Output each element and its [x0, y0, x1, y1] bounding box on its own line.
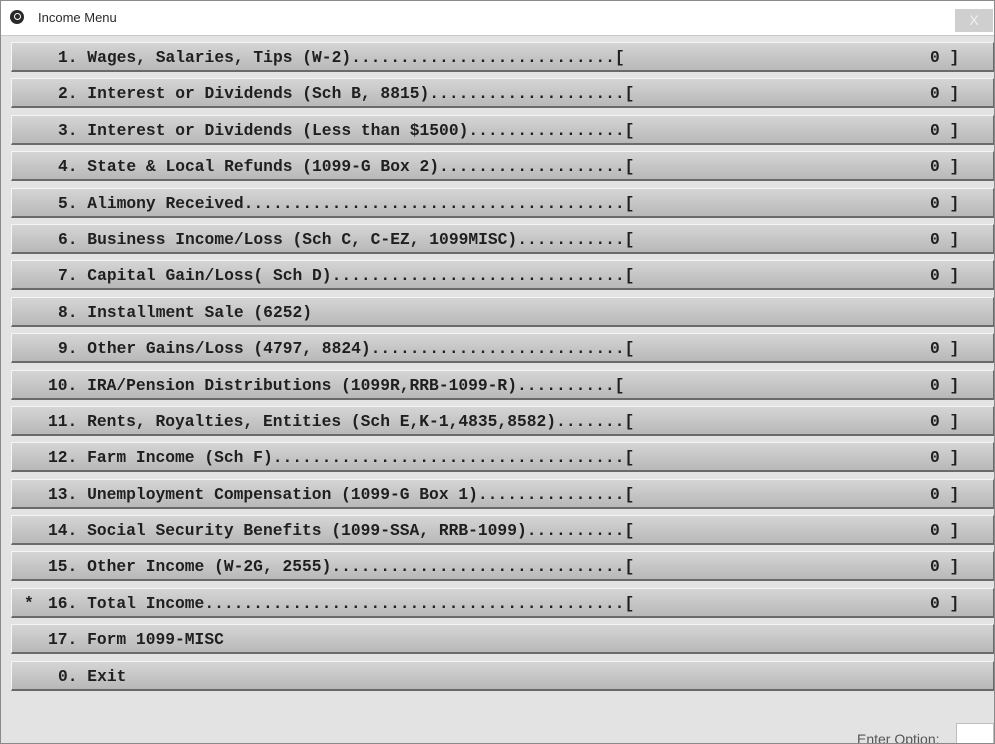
item-value: 0 ]: [930, 266, 960, 286]
item-label: 10. IRA/Pension Distributions (1099R,RRB…: [48, 375, 625, 395]
item-value: 0 ]: [930, 120, 960, 140]
menu-item-wages[interactable]: 1. Wages, Salaries, Tips (W-2)..........…: [11, 42, 994, 72]
item-value: 0 ]: [930, 411, 960, 431]
item-value: 0 ]: [930, 593, 960, 613]
item-label: 1. Wages, Salaries, Tips (W-2)..........…: [58, 48, 625, 67]
menu-item-other-gains[interactable]: 9. Other Gains/Loss (4797, 8824)........…: [11, 333, 994, 364]
item-value: 0 ]: [930, 448, 960, 468]
item-marker: *: [24, 593, 34, 613]
app-icon: [10, 10, 24, 24]
menu-item-state-local-refunds[interactable]: 4. State & Local Refunds (1099-G Box 2).…: [11, 151, 994, 182]
enter-option-input[interactable]: [956, 723, 994, 743]
item-label: 9. Other Gains/Loss (4797, 8824)........…: [58, 339, 635, 359]
menu-item-exit[interactable]: 0. Exit: [11, 660, 994, 691]
item-label: 16. Total Income........................…: [48, 593, 635, 613]
menu-item-form-1099-misc[interactable]: 17. Form 1099-MISC: [11, 624, 994, 655]
menu-item-interest-dividends[interactable]: 2. Interest or Dividends (Sch B, 8815)..…: [11, 78, 994, 109]
item-value: 0 ]: [930, 193, 960, 213]
item-label: 8. Installment Sale (6252): [58, 302, 313, 322]
item-label: 12. Farm Income (Sch F).................…: [48, 448, 635, 468]
item-value: 0 ]: [930, 48, 960, 67]
menu-item-social-security[interactable]: 14. Social Security Benefits (1099-SSA, …: [11, 515, 994, 546]
item-label: 2. Interest or Dividends (Sch B, 8815)..…: [58, 84, 635, 104]
close-button[interactable]: X: [955, 9, 993, 32]
menu-item-interest-dividends-small[interactable]: 3. Interest or Dividends (Less than $150…: [11, 114, 994, 145]
menu-item-installment-sale[interactable]: 8. Installment Sale (6252): [11, 296, 994, 327]
item-value: 0 ]: [930, 339, 960, 359]
item-label: 4. State & Local Refunds (1099-G Box 2).…: [58, 157, 635, 177]
item-label: 6. Business Income/Loss (Sch C, C-EZ, 10…: [58, 229, 635, 249]
title-bar: Income Menu X: [1, 1, 994, 36]
item-label: 5. Alimony Received.....................…: [58, 193, 635, 213]
menu-item-rents-royalties[interactable]: 11. Rents, Royalties, Entities (Sch E,K-…: [11, 405, 994, 436]
item-value: 0 ]: [930, 521, 960, 541]
menu-item-total-income[interactable]: * 16. Total Income......................…: [11, 587, 994, 618]
item-value: 0 ]: [930, 229, 960, 249]
item-label: 7. Capital Gain/Loss( Sch D)............…: [58, 266, 635, 286]
menu-item-farm-income[interactable]: 12. Farm Income (Sch F).................…: [11, 442, 994, 473]
item-value: 0 ]: [930, 557, 960, 577]
item-value: 0 ]: [930, 157, 960, 177]
item-label: 17. Form 1099-MISC: [48, 630, 224, 650]
menu-item-business-income[interactable]: 6. Business Income/Loss (Sch C, C-EZ, 10…: [11, 223, 994, 254]
menu-item-alimony[interactable]: 5. Alimony Received.....................…: [11, 187, 994, 218]
item-label: 11. Rents, Royalties, Entities (Sch E,K-…: [48, 411, 635, 431]
item-value: 0 ]: [930, 375, 960, 395]
item-value: 0 ]: [930, 84, 960, 104]
window-title: Income Menu: [38, 10, 117, 25]
menu-item-unemployment[interactable]: 13. Unemployment Compensation (1099-G Bo…: [11, 478, 994, 509]
menu-item-capital-gain[interactable]: 7. Capital Gain/Loss( Sch D)............…: [11, 260, 994, 291]
item-label: 3. Interest or Dividends (Less than $150…: [58, 120, 635, 140]
income-menu-window: Income Menu X 1. Wages, Salaries, Tips (…: [0, 0, 995, 744]
menu-item-other-income[interactable]: 15. Other Income (W-2G, 2555)...........…: [11, 551, 994, 582]
menu-item-ira-pension[interactable]: 10. IRA/Pension Distributions (1099R,RRB…: [11, 369, 994, 400]
item-label: 15. Other Income (W-2G, 2555)...........…: [48, 557, 635, 577]
enter-option-label: Enter Option:: [857, 731, 940, 744]
item-label: 14. Social Security Benefits (1099-SSA, …: [48, 521, 635, 541]
item-label: 0. Exit: [58, 666, 127, 686]
item-label: 13. Unemployment Compensation (1099-G Bo…: [48, 484, 635, 504]
item-value: 0 ]: [930, 484, 960, 504]
income-menu-list: 1. Wages, Salaries, Tips (W-2)..........…: [11, 42, 994, 697]
